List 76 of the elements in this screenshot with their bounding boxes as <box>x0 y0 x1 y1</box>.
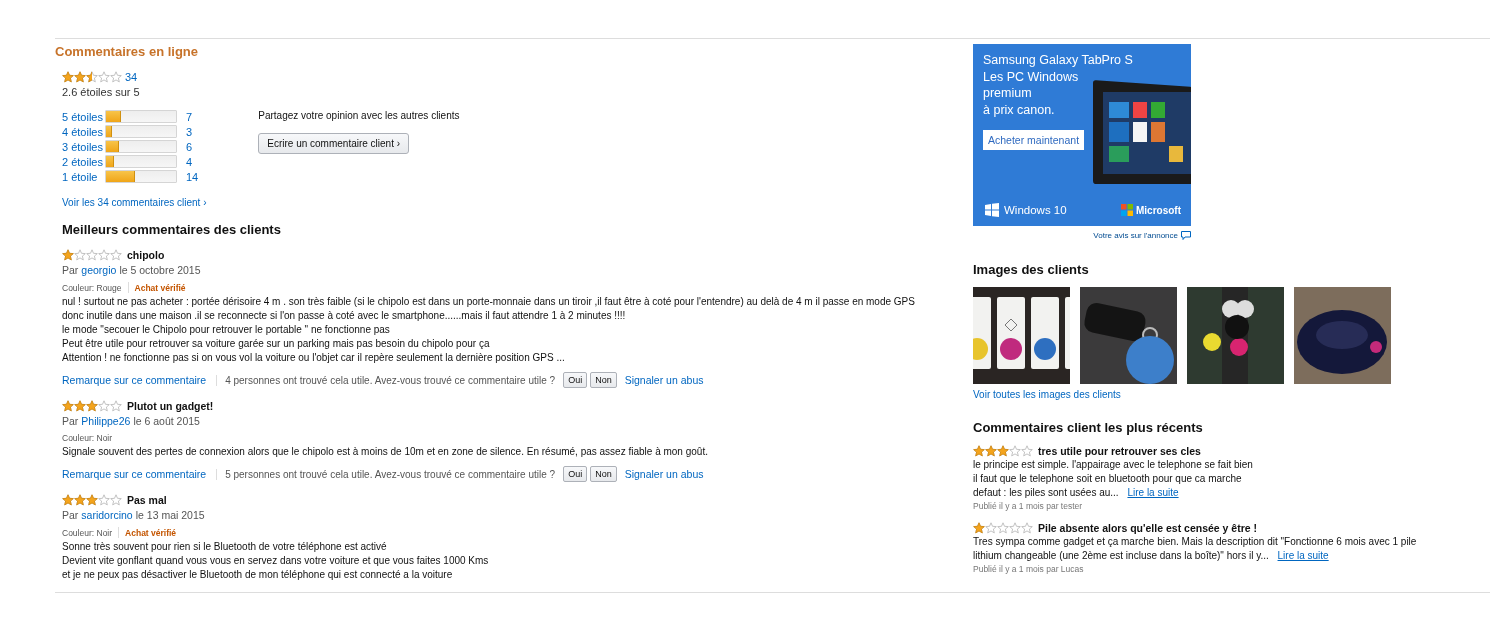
ad-brand-label: Microsoft <box>1136 204 1181 216</box>
ad-text: Samsung Galaxy TabPro S <box>983 52 1133 69</box>
report-abuse-link[interactable]: Signaler un abus <box>624 374 704 386</box>
product-color: Couleur: Rouge <box>62 282 122 293</box>
review-count-link[interactable]: 34 <box>125 71 138 83</box>
star-filter-link[interactable]: 4 étoiles <box>62 125 105 138</box>
comment-link[interactable]: Remarque sur ce commentaire <box>62 468 207 480</box>
review-date: le 6 août 2015 <box>133 415 200 427</box>
verified-purchase: Achat vérifié <box>134 282 186 293</box>
review-text: le principe est simple. l'appairage avec le telephone se fait bien il faut que le telephone soit en bluetooth pour que ca marche defaut : les piles sont usées au... Lire la suite <box>973 458 1254 500</box>
read-more-link[interactable]: Lire la suite <box>1277 550 1329 561</box>
star-count-link[interactable]: 7 <box>186 110 193 123</box>
byline-label: Par <box>62 264 79 276</box>
review-text: Sonne très souvent pour rien si le Bluetooth de votre téléphone est activé <box>62 540 388 554</box>
comment-link[interactable]: Remarque sur ce commentaire <box>62 374 207 386</box>
review-date: le 5 octobre 2015 <box>119 264 201 276</box>
buy-now-button[interactable]: Acheter maintenant <box>983 130 1085 150</box>
star-filter-link[interactable]: 1 étoile <box>62 170 105 183</box>
review-text: nul ! surtout ne pas acheter : portée dérisoire 4 m . son très faible (si le chipolo est dans un porte-monnaie dans un tiroir ,il faut être à coté pour l'entendre) au delà de 4 m il passe en mode GPS <box>62 295 916 309</box>
ad-text: premium <box>983 85 1033 102</box>
star-count-link[interactable]: 14 <box>186 170 199 183</box>
star-filter-link[interactable]: 3 étoiles <box>62 140 105 153</box>
helpful-count: 4 personnes ont trouvé cela utile. Avez-vous trouvé ce commentaire utile ? <box>225 374 556 386</box>
report-abuse-link[interactable]: Signaler un abus <box>624 468 704 480</box>
yes-button[interactable]: Oui <box>563 466 588 482</box>
ad-os-label: Windows 10 <box>1004 204 1067 216</box>
microsoft-logo-icon <box>1121 204 1133 216</box>
review-text: Devient vite gonflant quand vous vous en servez dans votre voiture et que vous faites 1000 Kms <box>62 554 490 568</box>
review-text: donc inutile dans une maison .il se reconnecte si l'on passe à coté avec le smartphone......mais il faut attendre 1 à 2 minutes !!!! <box>62 309 627 323</box>
review-title[interactable]: Plutot un gadget! <box>127 400 214 412</box>
no-button[interactable]: Non <box>590 466 617 482</box>
speech-bubble-icon <box>1181 231 1191 240</box>
ad-feedback-link[interactable]: Votre avis sur l'annonce <box>1093 231 1178 240</box>
star-count-link[interactable]: 3 <box>186 125 193 138</box>
review-text: et je ne peux pas désactiver le Bluetooth de mon téléphone qui est connecté a la voiture <box>62 568 454 582</box>
product-color: Couleur: Noir <box>62 433 113 443</box>
review-text: le mode "secouer le Chipolo pour retrouver le portable " ne fonctionne pas <box>62 323 391 337</box>
review-title[interactable]: chipolo <box>127 249 165 261</box>
no-button[interactable]: Non <box>590 372 617 388</box>
star-count-link[interactable]: 6 <box>186 140 193 153</box>
ad-text: Les PC Windows <box>983 68 1080 85</box>
ad-banner[interactable]: Samsung Galaxy TabPro S Les PC Windows premium à prix canon. Acheter maintenant Windows 10 Microsoft <box>973 44 1191 226</box>
share-prompt: Partagez votre opinion avec les autres clients <box>258 110 460 121</box>
review-title[interactable]: Pile absente alors qu'elle est censée y être ! <box>1038 522 1258 534</box>
write-review-button[interactable]: Ecrire un commentaire client › <box>258 133 410 154</box>
review-title[interactable]: tres utile pour retrouver ses cles <box>1038 445 1201 457</box>
published-info: Publié il y a 1 mois par tester <box>973 501 1084 511</box>
star-count-link[interactable]: 4 <box>186 155 193 168</box>
read-more-link[interactable]: Lire la suite <box>1127 487 1179 498</box>
author-link[interactable]: saridorcino <box>81 509 133 521</box>
star-filter-link[interactable]: 5 étoiles <box>62 110 105 123</box>
byline-label: Par <box>62 415 79 427</box>
author-link[interactable]: georgio <box>81 264 117 276</box>
see-all-reviews-link[interactable]: Voir les 34 commentaires client › <box>62 197 935 208</box>
author-link[interactable]: Philippe26 <box>81 415 131 427</box>
review-text: Signale souvent des pertes de connexion alors que le chipolo est à moins de 10m et en zone de silence. En résumé, pas assez fiable à mon goût. <box>62 445 709 459</box>
yes-button[interactable]: Oui <box>563 372 588 388</box>
windows-logo-icon <box>985 203 999 217</box>
byline-label: Par <box>62 509 79 521</box>
average-rating: 2.6 étoiles sur 5 <box>62 86 141 98</box>
review-date: le 13 mai 2015 <box>135 509 205 521</box>
section-title: Commentaires en ligne <box>55 44 200 59</box>
section-heading: Images des clients <box>973 262 1090 277</box>
all-images-link[interactable]: Voir toutes les images des clients <box>973 389 1473 400</box>
published-info: Publié il y a 1 mois par Lucas <box>973 564 1085 574</box>
review-title[interactable]: Pas mal <box>127 494 167 506</box>
review-text: Tres sympa comme gadget et ça marche bien. Mais la description dit "Fonctionne 6 mois avec 1 pile lithium changeable (une 2ème est incluse dans la boîte)" hors il y... Lire la suite <box>973 535 1418 563</box>
ad-text: à prix canon. <box>983 101 1056 118</box>
helpful-count: 5 personnes ont trouvé cela utile. Avez-vous trouvé ce commentaire utile ? <box>225 468 556 480</box>
section-heading: Commentaires client les plus récents <box>973 420 1204 435</box>
section-heading: Meilleurs commentaires des clients <box>62 222 282 237</box>
product-color: Couleur: Noir <box>62 527 113 538</box>
review-text: Attention ! ne fonctionne pas si on vous vol la voiture ou l'objet car il repère seulement la dernière position GPS ... <box>62 351 566 365</box>
review-text: Peut être utile pour retrouver sa voiture garée sur un parking mais pas besoin du chipolo pour ça <box>62 337 491 351</box>
star-filter-link[interactable]: 2 étoiles <box>62 155 105 168</box>
verified-purchase: Achat vérifié <box>125 527 177 538</box>
